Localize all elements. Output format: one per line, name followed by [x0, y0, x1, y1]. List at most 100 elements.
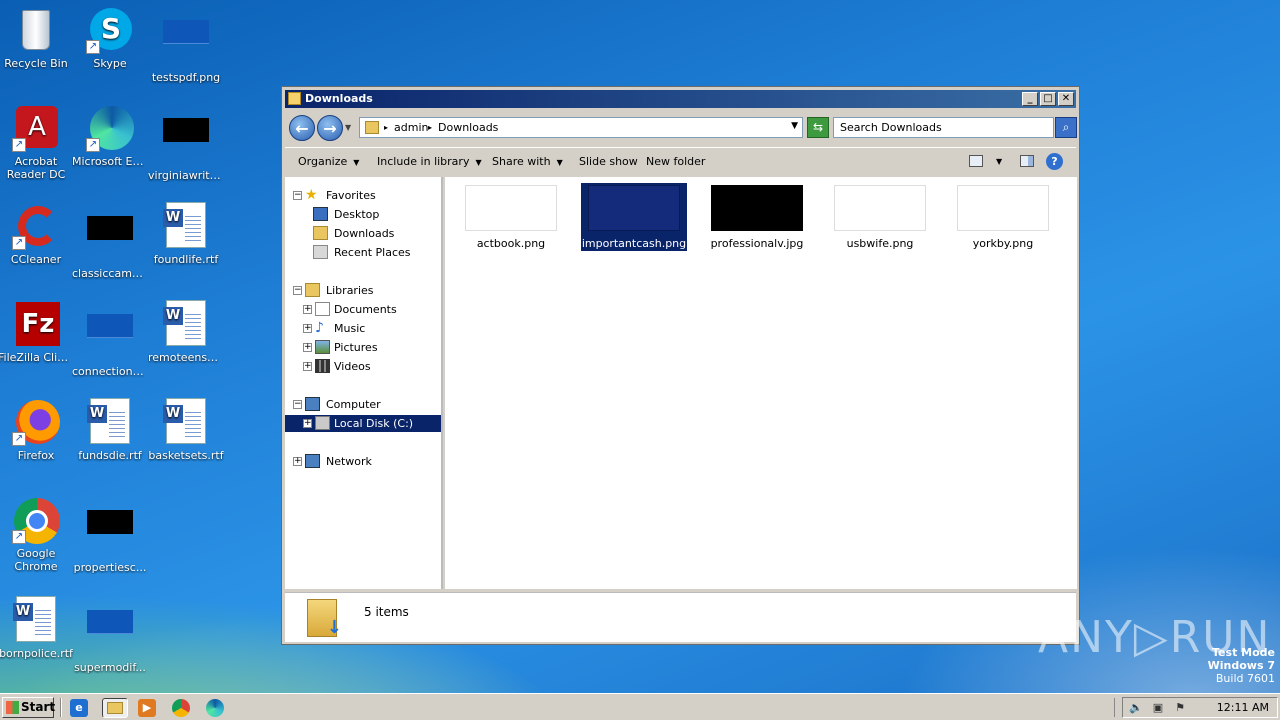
details-pane: ↓ 5 items — [285, 592, 1076, 642]
desktop-icon-foundlife[interactable]: W foundlife.rtf — [148, 202, 224, 266]
preview-pane-icon[interactable] — [1020, 155, 1034, 167]
breadcrumb-downloads[interactable]: Downloads — [438, 121, 498, 134]
forward-arrow-icon[interactable]: → — [317, 115, 343, 141]
file-item[interactable]: usbwife.png — [827, 183, 933, 251]
image-thumbnail-icon — [86, 610, 134, 658]
desktop-icon-label: bornpolice.rtf — [0, 647, 73, 660]
expand-icon[interactable]: + — [303, 343, 312, 352]
image-thumbnail-icon — [86, 216, 134, 264]
share-with-button[interactable]: Share with ▼ — [492, 155, 563, 168]
desktop-icon-firefox[interactable]: ↗ Firefox — [0, 398, 74, 462]
chevron-down-icon[interactable]: ▼ — [996, 157, 1002, 166]
item-count: 5 items — [364, 605, 409, 619]
search-input[interactable]: Search Downloads — [833, 117, 1054, 138]
minimize-button[interactable]: _ — [1022, 92, 1038, 106]
network-tray-icon[interactable]: ▣ — [1151, 701, 1165, 715]
collapse-icon[interactable]: − — [293, 286, 302, 295]
clock[interactable]: 12:11 AM — [1217, 701, 1269, 714]
image-thumbnail-icon — [834, 185, 926, 231]
chevron-down-icon[interactable]: ▼ — [345, 123, 351, 132]
desktop-icon-filezilla[interactable]: Fz FileZilla Client — [0, 300, 74, 364]
change-view-icon[interactable] — [969, 155, 983, 167]
file-item[interactable]: actbook.png — [458, 183, 564, 251]
include-in-library-button[interactable]: Include in library ▼ — [377, 155, 482, 168]
file-name: usbwife.png — [846, 237, 914, 250]
action-center-flag-icon[interactable]: ⚑ — [1173, 701, 1187, 715]
file-item[interactable]: importantcash.png — [581, 183, 687, 251]
documents-icon — [315, 302, 330, 316]
address-input[interactable]: ▸ admin ▸ Downloads ▼ — [359, 117, 803, 138]
start-button[interactable]: Start — [2, 697, 55, 718]
desktop-icon-label: virginiawrite... — [148, 169, 224, 182]
file-item[interactable]: yorkby.png — [950, 183, 1056, 251]
expand-icon[interactable]: + — [303, 419, 312, 428]
slide-show-button[interactable]: Slide show — [579, 155, 638, 168]
build-text: Build 7601 — [1215, 672, 1275, 685]
expand-icon[interactable]: + — [303, 305, 312, 314]
tray-separator — [1114, 698, 1120, 717]
breadcrumb-chevron-icon[interactable]: ▸ — [384, 123, 388, 132]
desktop-icon-supermodif[interactable]: supermodif... — [72, 596, 148, 674]
word-document-icon: W — [162, 398, 210, 446]
help-icon[interactable]: ? — [1046, 153, 1063, 170]
edge-taskbar-icon[interactable] — [206, 699, 224, 717]
chrome-taskbar-icon[interactable] — [172, 699, 190, 717]
desktop-icon-basketsets[interactable]: W basketsets.rtf — [148, 398, 224, 462]
desktop-icon-virginiawrite[interactable]: virginiawrite... — [148, 104, 224, 182]
desktop-icon-chrome[interactable]: ↗ Google Chrome — [0, 496, 74, 573]
desktop-icon-label: connectionc... — [72, 365, 148, 378]
downloads-folder-icon — [313, 226, 328, 240]
desktop-icon-recycle-bin[interactable]: Recycle Bin — [0, 6, 74, 70]
folder-icon — [365, 121, 379, 134]
skype-icon: S ↗ — [86, 6, 134, 54]
desktop-icon-skype[interactable]: S ↗ Skype — [72, 6, 148, 70]
file-item[interactable]: professionalv.jpg — [704, 183, 810, 251]
desktop-icon-classiccame[interactable]: classiccame... — [72, 202, 148, 280]
filezilla-icon: Fz — [12, 300, 60, 348]
search-icon[interactable]: ⌕ — [1055, 117, 1077, 138]
desktop-icon-label: basketsets.rtf — [148, 449, 224, 462]
edge-icon: ↗ — [86, 104, 134, 152]
collapse-icon[interactable]: − — [293, 191, 302, 200]
desktop-icon-acrobat[interactable]: A ↗ Acrobat Reader DC — [0, 104, 74, 181]
desktop-icon-remoteensu[interactable]: W remoteensu... — [148, 300, 224, 364]
close-button[interactable]: ✕ — [1058, 92, 1074, 106]
breadcrumb-chevron-icon[interactable]: ▸ — [428, 123, 432, 132]
file-list: actbook.png importantcash.png profession… — [445, 177, 1077, 589]
desktop-icon-bornpolice[interactable]: W bornpolice.rtf — [0, 596, 74, 660]
back-arrow-icon[interactable]: ← — [289, 115, 315, 141]
expand-icon[interactable]: + — [293, 457, 302, 466]
speaker-icon[interactable]: 🔈 — [1129, 701, 1143, 715]
refresh-icon[interactable]: ⇆ — [807, 117, 829, 138]
image-thumbnail-icon — [957, 185, 1049, 231]
collapse-icon[interactable]: − — [293, 400, 302, 409]
desktop-icon-ccleaner[interactable]: ↗ CCleaner — [0, 202, 74, 266]
address-bar: ← → ▼ ▸ admin ▸ Downloads ▼ ⇆ Search Dow… — [285, 111, 1077, 143]
word-document-icon: W — [12, 596, 60, 644]
window-titlebar[interactable]: Downloads _ □ ✕ — [285, 90, 1076, 108]
desktop-icon-edge[interactable]: ↗ Microsoft Edge — [72, 104, 148, 168]
desktop-icon-propertiesc[interactable]: propertiesc... — [72, 496, 148, 574]
word-document-icon: W — [162, 300, 210, 348]
maximize-button[interactable]: □ — [1040, 92, 1056, 106]
desktop-icon-label: Acrobat Reader DC — [6, 155, 66, 181]
new-folder-button[interactable]: New folder — [646, 155, 705, 168]
tree-favorites[interactable]: − ★ Favorites — [293, 187, 441, 204]
folder-icon — [288, 92, 301, 105]
internet-explorer-icon[interactable]: e — [70, 699, 88, 717]
desktop-icon-connectionc[interactable]: connectionc... — [72, 300, 148, 378]
organize-button[interactable]: Organize ▼ — [298, 155, 359, 168]
file-name: actbook.png — [476, 237, 546, 250]
explorer-taskbar-icon[interactable] — [102, 698, 128, 718]
firefox-icon: ↗ — [12, 398, 60, 446]
desktop-icon-fundsdie[interactable]: W fundsdie.rtf — [72, 398, 148, 462]
desktop-icon-label: CCleaner — [10, 253, 62, 266]
desktop-icon-testspdf[interactable]: testspdf.png — [148, 6, 224, 84]
tree-local-disk[interactable]: + Local Disk (C:) — [285, 415, 441, 432]
videos-icon — [315, 359, 330, 373]
expand-icon[interactable]: + — [303, 362, 312, 371]
expand-icon[interactable]: + — [303, 324, 312, 333]
chevron-down-icon[interactable]: ▼ — [791, 121, 798, 131]
breadcrumb-admin[interactable]: admin — [394, 121, 428, 134]
media-player-icon[interactable]: ▶ — [138, 699, 156, 717]
